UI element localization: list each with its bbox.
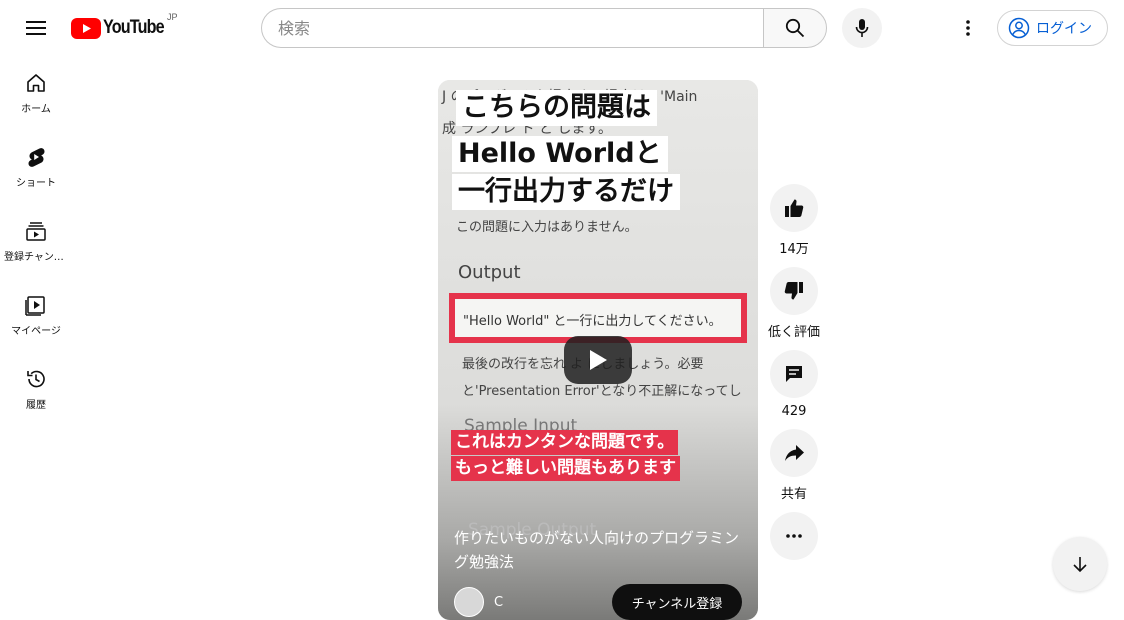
dislike-label: 低く評価 — [768, 325, 821, 340]
video-title[interactable]: 作りたいものがない人向けのプログラミング勉強法 — [454, 526, 744, 574]
channel-info[interactable]: C — [454, 584, 594, 620]
subscriptions-icon — [26, 222, 46, 241]
comment-count: 429 — [781, 404, 807, 419]
hamburger-icon — [26, 21, 46, 35]
sidebar-item-history[interactable]: 履歴 — [0, 352, 72, 426]
shorts-icon — [28, 148, 45, 167]
more-options-button[interactable] — [770, 512, 818, 560]
thumb-up-icon — [785, 199, 804, 217]
shorts-player[interactable]: J のプログラムを提出する場合は、'Main 成 ランプレ ト と します。 こ… — [438, 80, 758, 620]
channel-name[interactable]: C — [494, 595, 594, 610]
next-video-button[interactable] — [1053, 537, 1107, 591]
like-action[interactable]: 14万 — [770, 184, 818, 257]
play-icon — [590, 350, 607, 370]
channel-avatar[interactable] — [454, 587, 484, 617]
arrow-down-icon — [1073, 557, 1087, 573]
sidebar-item-subscriptions[interactable]: 登録チャンネル — [0, 204, 72, 278]
more-horiz-icon — [786, 534, 802, 538]
mini-guide: ホーム ショート 登録チャンネル マイページ 履歴 — [0, 56, 72, 426]
video-doc-text: "Hello World" と一行に出力してください。 — [463, 314, 722, 329]
region-code: JP — [167, 12, 178, 22]
share-icon — [785, 445, 804, 461]
share-button[interactable] — [770, 429, 818, 477]
youtube-play-logo-icon — [71, 17, 101, 39]
video-caption-top: こちらの問題は — [456, 90, 657, 126]
comments-action[interactable]: 429 — [770, 350, 818, 419]
settings-menu-button[interactable] — [948, 8, 988, 48]
library-icon — [25, 296, 45, 316]
shorts-actions: 14万 低く評価 429 共有 — [768, 184, 821, 570]
video-doc-heading: Output — [458, 262, 521, 283]
video-caption-top: 一行出力するだけ — [452, 174, 680, 210]
video-caption-red: もっと難しい問題もあります — [451, 456, 680, 481]
dislike-action[interactable]: 低く評価 — [768, 267, 821, 340]
history-icon — [27, 370, 45, 388]
search-button[interactable] — [763, 8, 827, 48]
sidebar-item-library[interactable]: マイページ — [0, 278, 72, 352]
comment-icon — [786, 366, 802, 382]
search-bar[interactable] — [261, 8, 764, 48]
thumb-down-icon — [784, 282, 803, 300]
login-button[interactable]: ログイン — [997, 10, 1108, 46]
account-circle-icon — [1008, 17, 1030, 39]
sidebar-item-shorts[interactable]: ショート — [0, 130, 72, 204]
masthead: YouTube JP ログイン — [0, 0, 1124, 56]
search-input[interactable] — [278, 18, 764, 38]
sidebar-item-label: 登録チャンネル — [4, 252, 68, 263]
comments-button[interactable] — [770, 350, 818, 398]
sidebar-item-label: マイページ — [11, 326, 61, 337]
youtube-logo[interactable]: YouTube — [71, 16, 174, 40]
dislike-button[interactable] — [770, 267, 818, 315]
like-button[interactable] — [770, 184, 818, 232]
video-caption-top: Hello Worldと — [452, 136, 668, 172]
sidebar-item-home[interactable]: ホーム — [0, 56, 72, 130]
home-icon — [27, 74, 45, 92]
voice-search-button[interactable] — [842, 8, 882, 48]
video-doc-text: この問題に入力はありません。 — [456, 220, 638, 235]
login-label: ログイン — [1036, 21, 1092, 37]
sidebar-item-label: ホーム — [21, 104, 51, 115]
play-button[interactable] — [564, 336, 632, 384]
search-icon — [785, 18, 805, 38]
sidebar-item-label: ショート — [16, 178, 56, 189]
more-action[interactable] — [770, 512, 818, 560]
video-caption-red: これはカンタンな問題です。 — [451, 430, 679, 455]
share-action[interactable]: 共有 — [770, 429, 818, 502]
subscribe-button[interactable]: チャンネル登録 — [612, 584, 742, 620]
more-vert-icon — [966, 20, 970, 36]
microphone-icon — [855, 19, 869, 37]
sidebar-item-label: 履歴 — [26, 400, 46, 411]
share-label: 共有 — [780, 487, 807, 502]
menu-button[interactable] — [16, 8, 56, 48]
like-count: 14万 — [779, 242, 809, 257]
logo-text: YouTube — [103, 17, 165, 38]
